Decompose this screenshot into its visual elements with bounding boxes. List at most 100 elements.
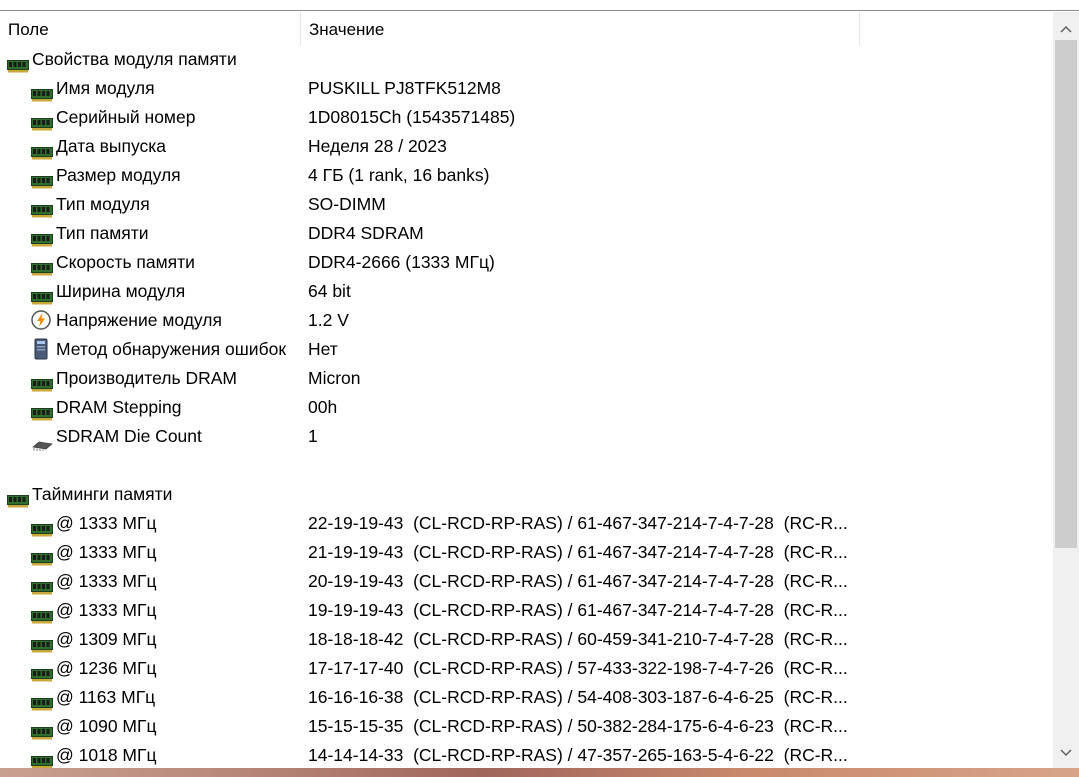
field-value: DDR4-2666 (1333 МГц) (308, 252, 495, 272)
property-row[interactable]: @ 1236 МГц 17-17-17-40 (CL-RCD-RP-RAS) / … (0, 654, 1053, 683)
memory-module-icon (31, 140, 53, 160)
field-label: Дата выпуска (56, 136, 167, 156)
field-label: Свойства модуля памяти (32, 49, 237, 69)
field-label: @ 1090 МГц (56, 716, 157, 736)
field-value: Нет (308, 339, 338, 359)
memory-module-icon (31, 691, 53, 711)
field-value: DDR4 SDRAM (308, 223, 424, 243)
column-header-field[interactable]: Поле (0, 12, 301, 45)
field-value: 16-16-16-38 (CL-RCD-RP-RAS) / 54-408-303… (308, 687, 848, 707)
property-row[interactable]: Серийный номер 1D08015Ch (1543571485) (0, 103, 1053, 132)
property-row[interactable]: @ 1333 МГц 21-19-19-43 (CL-RCD-RP-RAS) / … (0, 538, 1053, 567)
property-row[interactable]: Скорость памяти DDR4-2666 (1333 МГц) (0, 248, 1053, 277)
memory-module-icon (7, 488, 29, 508)
field-label: SDRAM Die Count (56, 426, 202, 446)
field-value: 18-18-18-42 (CL-RCD-RP-RAS) / 60-459-341… (308, 629, 848, 649)
field-label: @ 1333 МГц (56, 513, 157, 533)
property-row[interactable]: Дата выпуска Неделя 28 / 2023 (0, 132, 1053, 161)
field-label: Метод обнаружения ошибок (56, 339, 286, 359)
memory-module-icon (31, 401, 53, 421)
memory-module-icon (31, 372, 53, 392)
property-row[interactable]: @ 1163 МГц 16-16-16-38 (CL-RCD-RP-RAS) / … (0, 683, 1053, 712)
property-row[interactable]: @ 1018 МГц 14-14-14-33 (CL-RCD-RP-RAS) / … (0, 741, 1053, 768)
field-label: @ 1309 МГц (56, 629, 157, 649)
field-value: 1 (308, 426, 318, 446)
field-value: 15-15-15-35 (CL-RCD-RP-RAS) / 50-382-284… (308, 716, 848, 736)
window-top-border (0, 0, 1079, 11)
memory-module-icon (31, 749, 53, 768)
field-value: 20-19-19-43 (CL-RCD-RP-RAS) / 61-467-347… (308, 571, 848, 591)
field-label: Размер модуля (56, 165, 181, 185)
field-label: Напряжение модуля (56, 310, 222, 330)
memory-module-icon (31, 285, 53, 305)
scroll-thumb[interactable] (1055, 40, 1077, 548)
field-label: @ 1163 МГц (56, 687, 156, 707)
column-header-value[interactable]: Значение (301, 12, 860, 45)
property-row[interactable]: Тип модуля SO-DIMM (0, 190, 1053, 219)
scroll-down-button[interactable] (1053, 740, 1079, 766)
chevron-down-icon (1060, 749, 1072, 757)
property-list: Свойства модуля памяти Имя модуля PUSKILL … (0, 45, 1053, 768)
field-label: DRAM Stepping (56, 397, 182, 417)
column-header-empty (860, 12, 1053, 45)
memory-module-icon (31, 517, 53, 537)
property-row[interactable]: Тип памяти DDR4 SDRAM (0, 219, 1053, 248)
memory-module-icon (31, 198, 53, 218)
field-label: @ 1333 МГц (56, 542, 157, 562)
field-label: Тип модуля (56, 194, 150, 214)
column-header-field-label: Поле (8, 20, 49, 39)
memory-module-icon (31, 227, 53, 247)
memory-module-icon (31, 111, 53, 131)
property-row[interactable]: Размер модуля 4 ГБ (1 rank, 16 banks) (0, 161, 1053, 190)
field-value: Неделя 28 / 2023 (308, 136, 447, 156)
lightning-icon (31, 310, 51, 330)
property-row[interactable]: @ 1309 МГц 18-18-18-42 (CL-RCD-RP-RAS) / … (0, 625, 1053, 654)
memory-module-icon (31, 169, 53, 189)
field-value: Micron (308, 368, 361, 388)
chip-icon (31, 431, 53, 451)
property-row[interactable]: @ 1090 МГц 15-15-15-35 (CL-RCD-RP-RAS) / … (0, 712, 1053, 741)
property-row[interactable]: SDRAM Die Count 1 (0, 422, 1053, 451)
memory-module-icon (7, 53, 29, 73)
field-label: Тайминги памяти (32, 484, 173, 504)
memory-module-icon (31, 720, 53, 740)
property-row[interactable]: Метод обнаружения ошибок Нет (0, 335, 1053, 364)
group-row[interactable]: Свойства модуля памяти (0, 45, 1053, 74)
field-value: 21-19-19-43 (CL-RCD-RP-RAS) / 61-467-347… (308, 542, 848, 562)
vertical-scrollbar[interactable] (1053, 12, 1079, 768)
scroll-up-button[interactable] (1053, 16, 1079, 42)
field-label: Скорость памяти (56, 252, 195, 272)
memory-module-icon (31, 256, 53, 276)
memory-module-icon (31, 575, 53, 595)
property-row[interactable]: Ширина модуля 64 bit (0, 277, 1053, 306)
memory-module-icon (31, 82, 53, 102)
property-row[interactable]: @ 1333 МГц 20-19-19-43 (CL-RCD-RP-RAS) / … (0, 567, 1053, 596)
field-label: Ширина модуля (56, 281, 186, 301)
field-label: Серийный номер (56, 107, 196, 127)
desktop-wallpaper-strip (0, 768, 1079, 777)
field-value: 1D08015Ch (1543571485) (308, 107, 516, 127)
field-value: 00h (308, 397, 338, 417)
field-value: SO-DIMM (308, 194, 386, 214)
memory-module-icon (31, 633, 53, 653)
field-label: @ 1018 МГц (56, 745, 157, 765)
shield-icon (31, 338, 51, 360)
list-header: Поле Значение (0, 12, 1053, 45)
group-row[interactable]: Тайминги памяти (0, 480, 1053, 509)
chevron-up-icon (1060, 25, 1072, 33)
property-row[interactable]: DRAM Stepping 00h (0, 393, 1053, 422)
field-value: PUSKILL PJ8TFK512M8 (308, 78, 501, 98)
properties-window: Поле Значение Свойства модуля памяти Имя … (0, 0, 1079, 768)
property-row[interactable]: Напряжение модуля 1.2 V (0, 306, 1053, 335)
property-row[interactable]: Производитель DRAM Micron (0, 364, 1053, 393)
property-row[interactable]: Имя модуля PUSKILL PJ8TFK512M8 (0, 74, 1053, 103)
memory-module-icon (31, 546, 53, 566)
field-label: @ 1333 МГц (56, 600, 157, 620)
field-value: 22-19-19-43 (CL-RCD-RP-RAS) / 61-467-347… (308, 513, 848, 533)
field-label: Имя модуля (56, 78, 155, 98)
blank-row (0, 451, 1053, 480)
field-value: 64 bit (308, 281, 351, 301)
property-row[interactable]: @ 1333 МГц 19-19-19-43 (CL-RCD-RP-RAS) / … (0, 596, 1053, 625)
property-row[interactable]: @ 1333 МГц 22-19-19-43 (CL-RCD-RP-RAS) / … (0, 509, 1053, 538)
field-value: 4 ГБ (1 rank, 16 banks) (308, 165, 490, 185)
